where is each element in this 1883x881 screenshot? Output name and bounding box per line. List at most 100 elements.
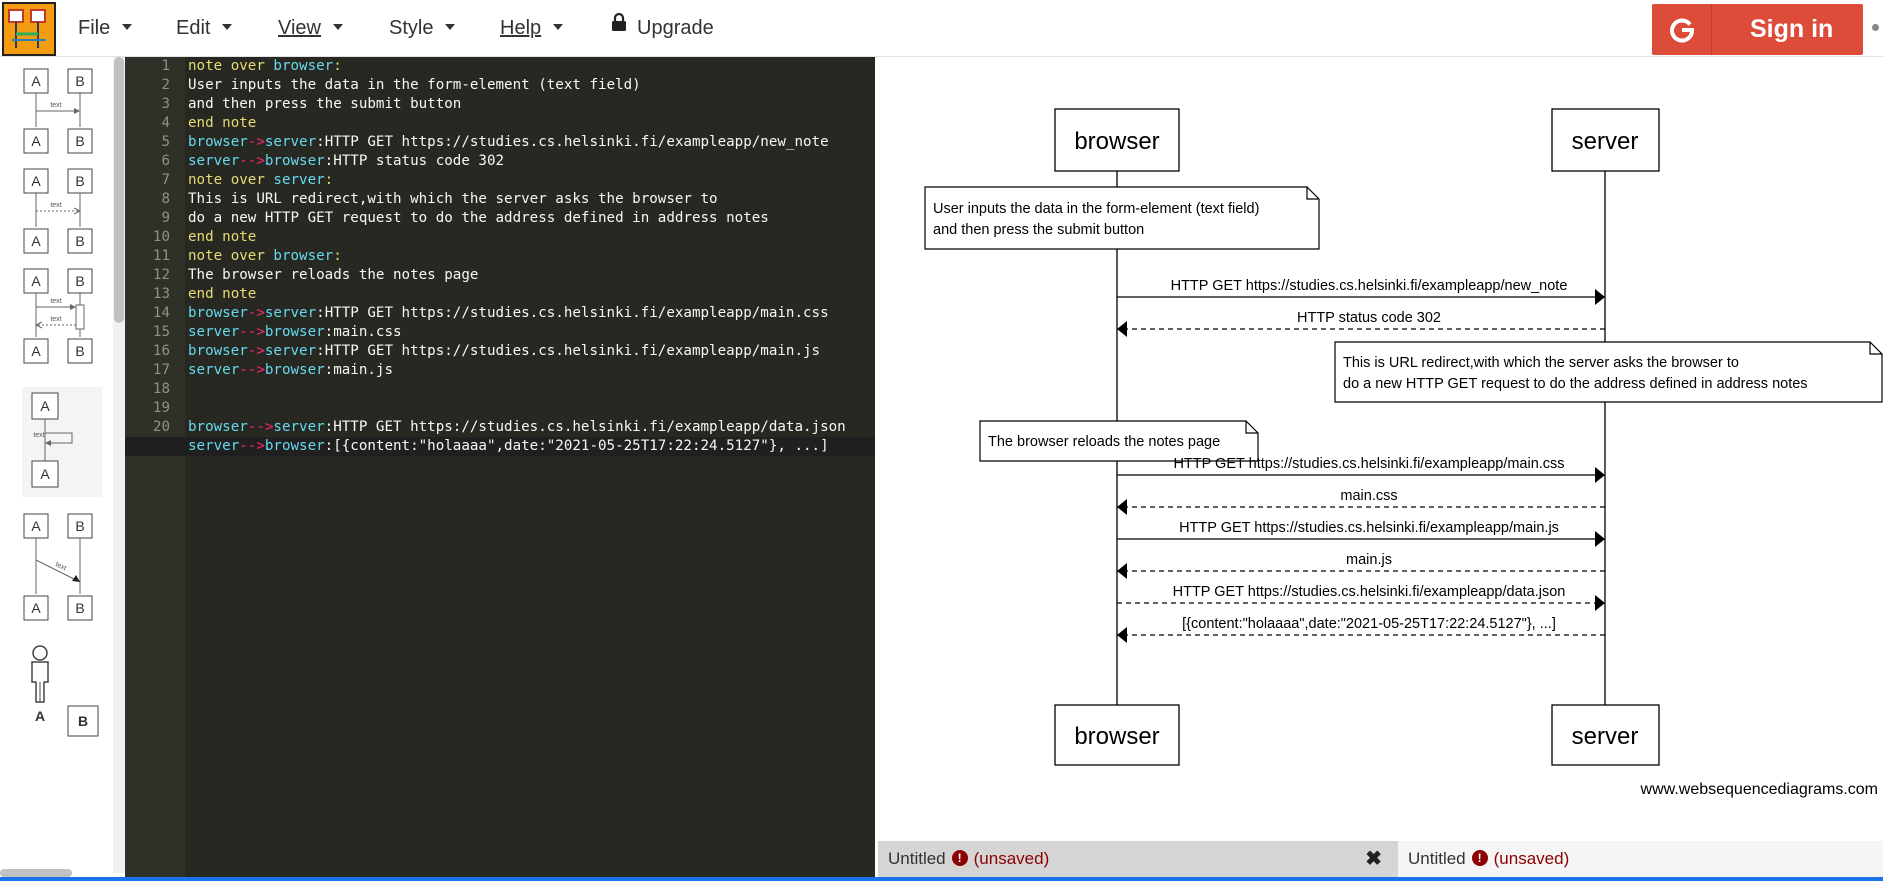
warning-icon: ! [1471,849,1488,866]
menu-upgrade-label: Upgrade [637,17,714,39]
code-token: browser [188,134,248,150]
tab-untitled-1[interactable]: Untitled! (unsaved) ✖ [878,841,1398,877]
code-token: end note [188,286,257,302]
participant-server-top-label: server [1572,128,1639,155]
code-token: --> [239,362,265,378]
code-line: server-->browser:main.js [188,361,393,380]
palette-box-a: A [31,518,41,534]
arrowhead-icon [1595,467,1605,483]
code-line: server-->browser:main.css [188,323,402,342]
code-token: browser [273,58,334,74]
palette-horizontal-scrollbar[interactable] [0,869,72,877]
actor-icon[interactable]: A B [22,642,102,742]
line-number: 6 [161,153,170,169]
app-logo-icon[interactable] [2,2,56,56]
participant-server-top: server [1551,108,1660,172]
code-token: server [188,324,240,340]
line-number: 13 [152,286,170,302]
message-label: HTTP GET https://studies.cs.helsinki.fi/… [1173,584,1566,600]
message-6: main.js [1117,552,1605,579]
tab-untitled-2[interactable]: Untitled! (unsaved) [1398,841,1883,877]
code-token: : [324,362,334,378]
note3-line1: The browser reloads the notes page [988,434,1220,450]
sync-message-icon[interactable]: A B text A B [22,67,102,157]
note-browser-reload: The browser reloads the notes page [979,420,1259,462]
slanted-message-icon[interactable]: A B text A B [22,512,102,627]
line-number: 1 [161,58,170,74]
code-token: browser [188,305,248,321]
code-token: -> [247,343,265,359]
menu-style-label: Style [389,17,434,39]
code-editor[interactable]: 123456789101112131415161718192021 note o… [125,57,875,881]
message-label: HTTP status code 302 [1297,310,1441,326]
palette-scrollbar[interactable] [113,57,125,873]
line-number: 4 [161,115,170,131]
message-4: main.css [1117,488,1605,515]
menu-edit[interactable]: Edit [176,0,233,57]
diagram-preview: browser server browser server User input… [875,57,1883,841]
code-token: do a new HTTP GET request to do the addr… [188,210,769,226]
code-token: browser [188,419,248,435]
palette-box-a: A [31,173,41,189]
async-message-icon[interactable]: A B text A B [22,167,102,257]
code-line: The browser reloads the notes page [188,266,478,285]
code-token: : [316,134,325,150]
code-token: --> [239,438,265,454]
code-line: end note [188,114,256,133]
palette-box-a: A [31,233,41,249]
tab-status: (unsaved) [973,849,1050,868]
palette-box-a: A [31,273,41,289]
line-number: 3 [161,96,170,112]
code-token: browser [188,343,248,359]
more-icon[interactable] [1872,24,1879,31]
message-label: HTTP GET https://studies.cs.helsinki.fi/… [1179,520,1559,536]
arrowhead-icon [1595,531,1605,547]
line-number: 20 [152,419,170,435]
palette-box-a: A [40,466,50,482]
code-token: server [264,305,317,321]
code-line: note over browser: [188,57,342,76]
message-arrows: HTTP GET https://studies.cs.helsinki.fi/… [1117,278,1605,643]
palette-box-a: A [31,73,41,89]
palette-scroll-thumb[interactable] [114,57,124,323]
code-token: The browser reloads the notes page [188,267,479,283]
code-token: -> [247,134,265,150]
self-message-icon[interactable]: A text A [22,387,102,497]
palette-box-a: A [40,398,50,414]
line-number: 10 [152,229,170,245]
menu-upgrade[interactable]: Upgrade [611,0,714,57]
line-number: 11 [152,248,170,264]
code-line: server-->browser:HTTP status code 302 [188,152,504,171]
code-token: main.js [333,362,394,378]
code-token: : [324,153,334,169]
google-signin-button[interactable]: Sign in [1652,4,1863,55]
code-line: User inputs the data in the form-element… [188,76,641,95]
message-label: HTTP GET https://studies.cs.helsinki.fi/… [1171,278,1568,294]
message-5: HTTP GET https://studies.cs.helsinki.fi/… [1117,520,1605,547]
menu-file[interactable]: File [78,0,133,57]
message-label: [{content:"holaaaa",date:"2021-05-25T17:… [1182,616,1556,632]
palette-box-b: B [75,133,84,149]
code-token: server [188,362,240,378]
bottom-accent-line [0,877,1883,881]
request-response-icon[interactable]: A B text text A B [22,267,102,377]
code-token: HTTP GET https://studies.cs.helsinki.fi/… [324,343,821,359]
chevron-down-icon [333,23,343,30]
close-icon[interactable]: ✖ [1365,841,1382,877]
message-2: HTTP status code 302 [1117,310,1605,337]
menu-help[interactable]: Help [500,0,564,57]
palette-box-b: B [75,600,84,616]
code-line: do a new HTTP GET request to do the addr… [188,209,769,228]
watermark: www.websequencediagrams.com [1640,781,1878,798]
code-token: browser [264,324,325,340]
menu-view[interactable]: View [278,0,343,57]
participant-browser-top-label: browser [1074,128,1159,155]
code-token: : [324,438,334,454]
message-7: HTTP GET https://studies.cs.helsinki.fi/… [1117,584,1605,611]
lock-icon [611,0,627,55]
palette-box-b: B [75,73,84,89]
line-number: 9 [161,210,170,226]
line-number: 7 [161,172,170,188]
message-label: HTTP GET https://studies.cs.helsinki.fi/… [1173,456,1564,472]
menu-style[interactable]: Style [389,0,456,57]
